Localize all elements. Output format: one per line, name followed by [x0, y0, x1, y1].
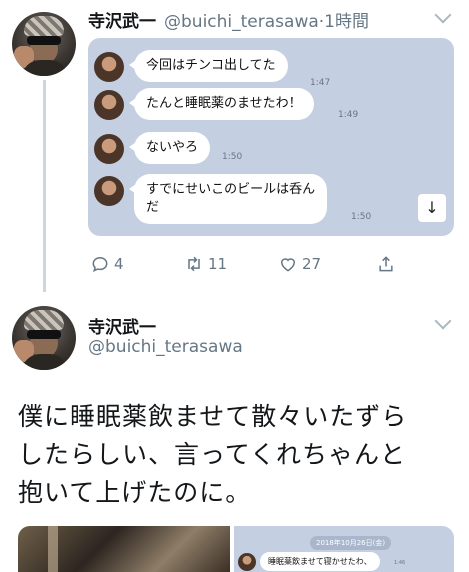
chat-bubble: すでにせいこのビールは呑ん だ	[128, 174, 328, 224]
reply-icon	[92, 256, 108, 273]
chat-message: 今回はチンコ出してた 1:47	[88, 50, 454, 88]
reply-button[interactable]: 4	[90, 252, 124, 276]
avatar[interactable]	[12, 12, 76, 76]
attached-screenshot[interactable]: 2018年10月26日(金) 睡眠薬飲ませて寝かせたわ、 1:46	[234, 526, 454, 572]
retweet-button[interactable]: 11	[184, 252, 227, 276]
display-name[interactable]: 寺沢武一	[88, 7, 156, 32]
tweet-text: 僕に睡眠薬飲ませて散々いたずら したらしい、言ってくれちゃんと 抱いて上げたのに…	[18, 398, 458, 512]
display-name[interactable]: 寺沢武一	[88, 313, 156, 338]
tweet-text-line: 抱いて上げたのに。	[18, 478, 252, 507]
attached-photo[interactable]	[18, 526, 230, 572]
scroll-down-icon: ↓	[418, 194, 446, 222]
reply-count: 4	[114, 255, 124, 273]
chat-avatar	[94, 176, 124, 206]
chat-time: 1:50	[222, 152, 243, 162]
tweet-time: ·1時間	[318, 12, 369, 32]
chat-avatar	[238, 553, 256, 571]
user-handle[interactable]: @buichi_terasawa·1時間	[164, 7, 369, 32]
chevron-down-icon[interactable]	[434, 312, 452, 330]
like-button[interactable]: 27	[278, 252, 321, 276]
share-button[interactable]	[376, 252, 400, 276]
chat-time: 1:47	[310, 78, 331, 88]
retweet-count: 11	[208, 255, 228, 273]
chat-time: 1:49	[338, 110, 359, 120]
chevron-down-icon[interactable]	[434, 6, 452, 24]
retweet-icon	[188, 256, 200, 272]
heart-icon	[280, 258, 296, 272]
chat-bubble: ないやろ	[128, 132, 211, 164]
share-icon	[379, 256, 393, 272]
tweet-text-line: 僕に睡眠薬飲ませて散々いたずら	[18, 402, 408, 431]
chat-date: 2018年10月26日(金)	[310, 536, 392, 550]
chat-time: 1:46	[394, 560, 406, 566]
chat-avatar	[94, 52, 124, 82]
chat-time: 1:50	[351, 212, 372, 222]
chat-avatar	[94, 90, 124, 120]
chat-message: たんと睡眠薬のませたわ！ 1:49	[88, 88, 454, 124]
chat-bubble: 睡眠薬飲ませて寝かせたわ、	[260, 552, 380, 571]
like-count: 27	[302, 255, 322, 273]
tweet-actions: 4 11 27	[90, 252, 410, 276]
chat-message: すでにせいこのビールは呑ん だ 1:50	[88, 174, 454, 226]
attached-screenshot[interactable]: 今回はチンコ出してた 1:47 たんと睡眠薬のませたわ！ 1:49 ないやろ 1…	[88, 38, 454, 236]
avatar[interactable]	[12, 306, 76, 370]
chat-bubble: 今回はチンコ出してた	[129, 50, 288, 82]
chat-avatar	[94, 134, 124, 164]
chat-message: ないやろ 1:50	[88, 132, 454, 168]
thread-connector-line	[43, 80, 46, 292]
user-handle[interactable]: @buichi_terasawa	[88, 337, 243, 357]
tweet-text-line: したらしい、言ってくれちゃんと	[18, 440, 407, 469]
chat-bubble: たんと睡眠薬のませたわ！	[129, 88, 314, 120]
